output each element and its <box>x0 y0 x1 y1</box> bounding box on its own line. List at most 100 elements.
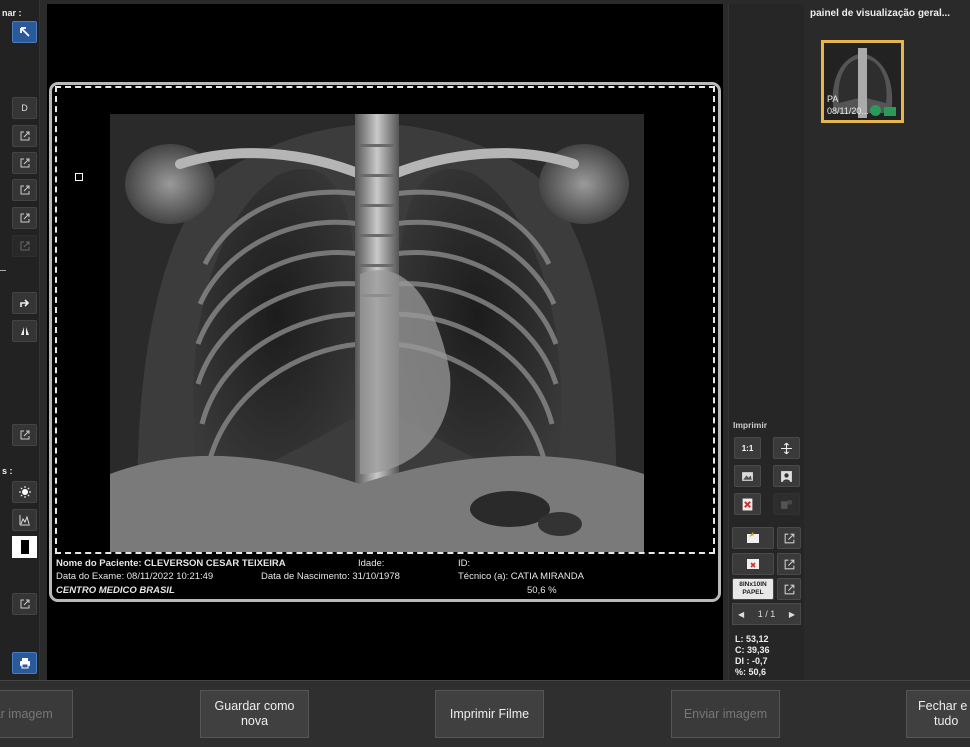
close-all-button[interactable]: Fechar e tudo <box>906 690 970 738</box>
popout-button-3[interactable] <box>12 179 37 201</box>
bottom-action-bar: tar imagem Guardar como nova Imprimir Fi… <box>0 680 970 747</box>
popout-icon <box>784 584 794 594</box>
one-to-one-button[interactable]: 1:1 <box>734 437 761 459</box>
id-label: ID: <box>458 558 471 569</box>
popout-icon <box>784 533 794 543</box>
edit-image-button[interactable]: tar imagem <box>0 690 73 738</box>
fit-image-button[interactable] <box>773 437 800 459</box>
close-all-line2: tudo <box>934 714 959 728</box>
left-tool-panel: nar : D s : <box>0 0 40 680</box>
save-as-new-line1: Guardar como <box>214 699 295 713</box>
popout-icon <box>20 213 29 223</box>
popout-icon <box>20 131 29 141</box>
popout-icon <box>20 185 29 195</box>
save-as-new-line2: nova <box>240 714 269 728</box>
d-button-label: D <box>21 103 28 113</box>
overview-title: painel de visualização geral... <box>810 8 951 19</box>
status-dot-icon <box>870 105 881 116</box>
invert-button[interactable] <box>12 536 37 558</box>
thumbnail-label: PA <box>827 94 839 104</box>
fit-icon <box>781 442 792 454</box>
zoom-percent: 50,6 % <box>527 585 557 596</box>
save-as-new-button[interactable]: Guardar como nova <box>200 690 309 738</box>
left-panel-label: nar : <box>2 8 22 18</box>
invert-icon <box>20 540 29 554</box>
popout-button-r1[interactable] <box>777 527 801 549</box>
birth-date: Data de Nascimento: 31/10/1978 <box>261 571 400 582</box>
layout-button[interactable] <box>773 493 800 515</box>
film-size-button[interactable]: 8INx10IN PAPEL <box>732 578 774 600</box>
exam-date: Data do Exame: 08/11/2022 10:21:49 <box>56 571 214 582</box>
patient-name-label: Nome do Paciente: <box>56 558 142 569</box>
landscape-button[interactable] <box>734 465 761 487</box>
thumbnail-selected[interactable]: PA 08/11/20... <box>821 40 904 123</box>
brightness-icon <box>18 486 31 498</box>
resize-handle[interactable] <box>75 173 83 181</box>
technician: Técnico (a): CATIA MIRANDA <box>458 571 584 582</box>
page-delete-icon <box>747 559 759 569</box>
popout-button-5[interactable] <box>12 235 37 257</box>
popout-icon <box>784 559 794 569</box>
print-tool-button[interactable] <box>12 652 37 674</box>
popout-button-4[interactable] <box>12 207 37 229</box>
film-size-line1: 8INx10IN <box>739 581 767 588</box>
popout-button-r3[interactable] <box>777 578 801 600</box>
popout-button-2[interactable] <box>12 152 37 174</box>
print-film-label: Imprimir Filme <box>449 706 530 721</box>
print-area-outline <box>55 86 715 554</box>
popout-icon <box>20 599 29 609</box>
histogram-button[interactable] <box>12 509 37 531</box>
image-icon <box>742 471 753 481</box>
popout-button-7[interactable] <box>12 593 37 615</box>
print-film-button[interactable]: Imprimir Filme <box>435 690 544 738</box>
folder-icon <box>747 532 759 543</box>
popout-button-r2[interactable] <box>777 553 801 575</box>
remove-image-button[interactable] <box>734 493 761 515</box>
printer-status-icon <box>884 107 896 116</box>
histogram-icon <box>19 515 30 526</box>
portrait-button[interactable] <box>773 465 800 487</box>
age-label: Idade: <box>358 558 385 569</box>
thumbnail-date: 08/11/20... <box>827 106 869 116</box>
send-image-label: Enviar imagem <box>683 706 768 721</box>
page-indicator: 1 / 1 <box>757 609 776 619</box>
rotate-icon <box>19 299 29 307</box>
arrow-pointer-icon <box>19 27 30 37</box>
clinic-name: CENTRO MEDICO BRASIL <box>56 585 175 596</box>
divider <box>0 270 6 271</box>
layout-icon <box>781 499 792 509</box>
next-page-icon[interactable]: ▶ <box>789 610 795 619</box>
printer-icon <box>19 658 30 669</box>
one-to-one-label: 1:1 <box>741 443 754 453</box>
edit-image-label: tar imagem <box>0 706 53 721</box>
delete-page-button[interactable] <box>732 553 774 575</box>
add-page-button[interactable] <box>732 527 774 549</box>
select-pointer-button[interactable] <box>12 21 37 43</box>
popout-button-6[interactable] <box>12 424 37 446</box>
popout-icon <box>20 241 29 251</box>
popout-icon <box>20 158 29 168</box>
popout-icon <box>20 430 29 440</box>
brightness-button[interactable] <box>12 481 37 503</box>
flip-icon <box>20 327 29 335</box>
flip-button[interactable] <box>12 320 37 342</box>
person-icon <box>781 470 792 482</box>
stat-l: L: 53,12 <box>735 634 769 644</box>
section-label: s : <box>2 466 13 476</box>
stat-di: DI : -0,7 <box>735 656 768 666</box>
delete-icon <box>742 498 753 510</box>
page-navigator: ◀ 1 / 1 ▶ <box>732 603 801 625</box>
print-panel-title: Imprimir <box>733 420 768 430</box>
print-tool-panel: Imprimir 1:1 8INx10IN PAPEL ◀ 1 / 1 ▶ L:… <box>728 4 804 680</box>
send-image-button[interactable]: Enviar imagem <box>671 690 780 738</box>
rotate-button[interactable] <box>12 292 37 314</box>
stat-percent: %: 50,6 <box>735 667 767 677</box>
close-all-line1: Fechar e <box>918 699 968 713</box>
patient-info: Nome do Paciente: CLEVERSON CESAR TEIXEI… <box>56 558 286 569</box>
stat-c: C: 39,36 <box>735 645 770 655</box>
prev-page-icon[interactable]: ◀ <box>738 610 744 619</box>
d-button[interactable]: D <box>12 97 37 119</box>
patient-name: CLEVERSON CESAR TEIXEIRA <box>144 558 286 569</box>
popout-button-1[interactable] <box>12 125 37 147</box>
film-size-line2: PAPEL <box>742 589 764 596</box>
